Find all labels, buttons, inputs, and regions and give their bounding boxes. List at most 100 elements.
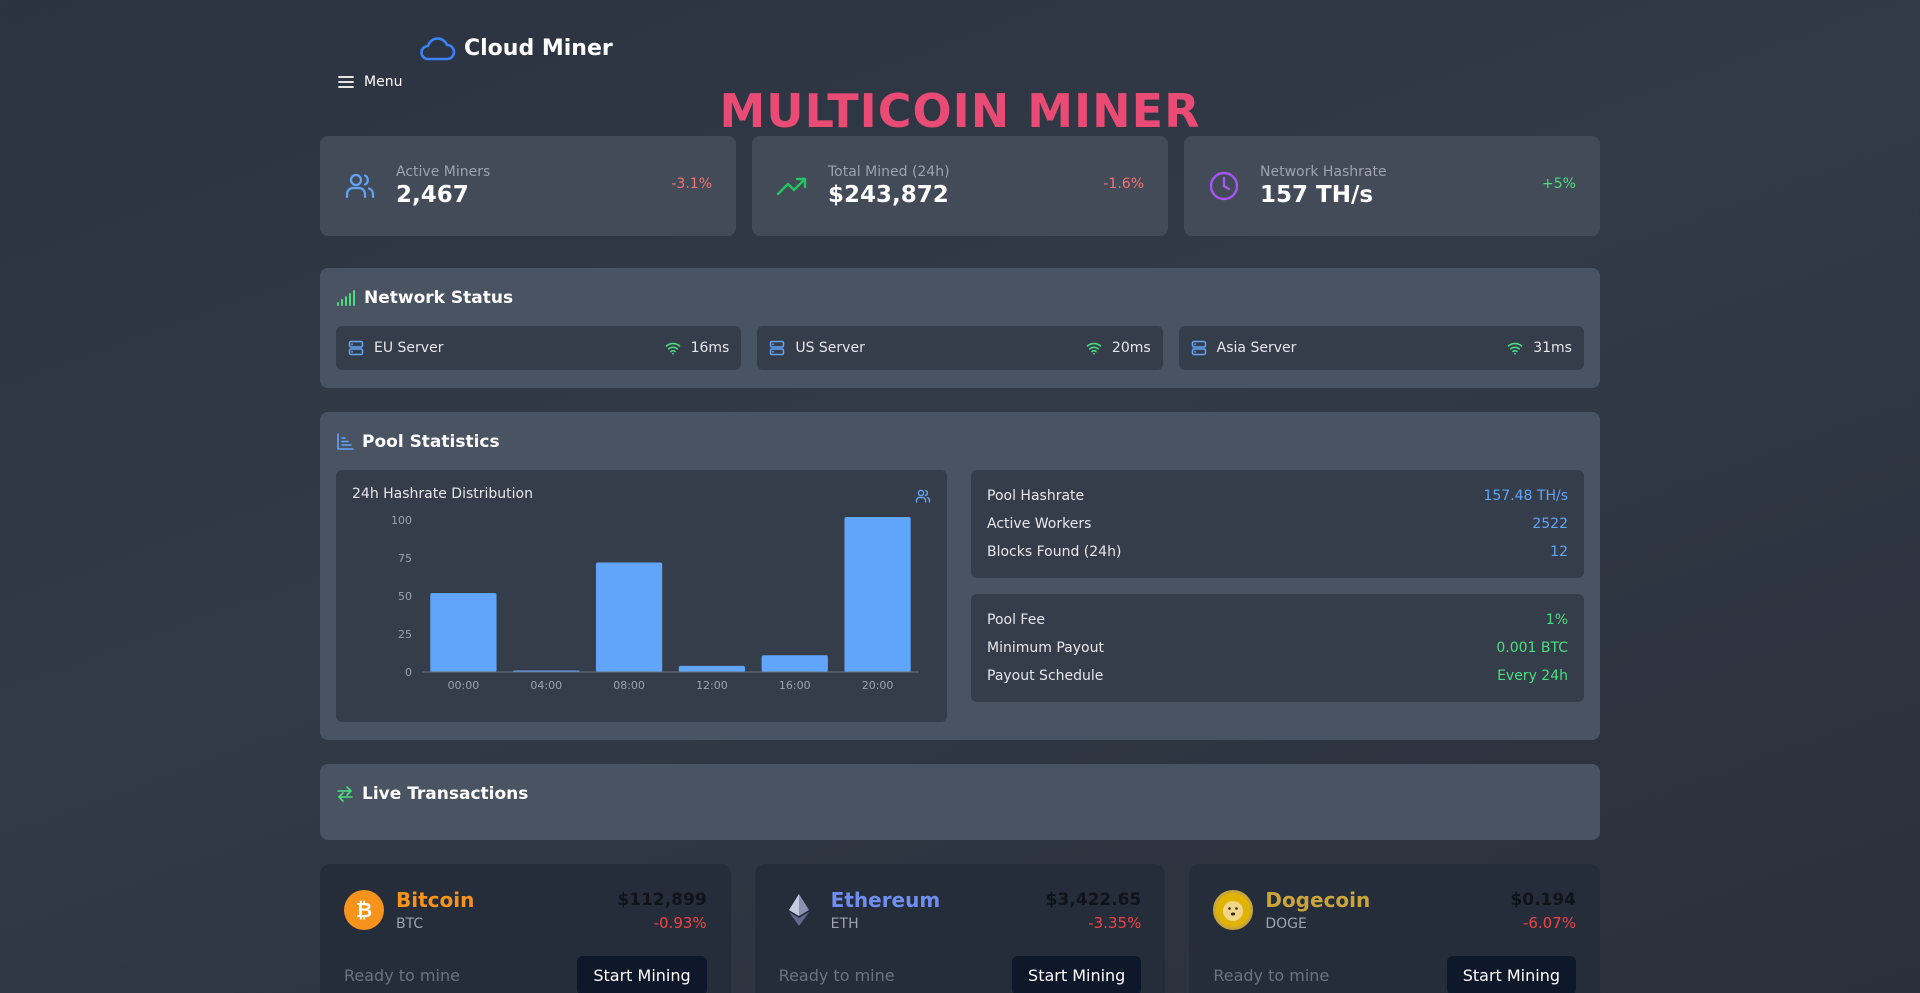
chart-bar <box>844 516 911 672</box>
coin-price: $0.194 <box>1510 890 1577 910</box>
coin-price: $112,899 <box>617 890 707 910</box>
server-ping: 16ms <box>665 340 730 356</box>
trending-up-icon <box>776 177 807 196</box>
y-tick-label: 50 <box>398 590 412 603</box>
chart-bar <box>761 655 828 672</box>
live-transactions-panel: Live Transactions <box>320 764 1600 840</box>
hero-title: MULTICOIN MINER <box>719 84 1201 138</box>
info-value: 1% <box>1545 612 1568 628</box>
coin-change: -3.35% <box>1088 914 1142 932</box>
stat-row: Active Miners 2,467 -3.1% Total Mined (2… <box>320 136 1600 236</box>
pool-info-column: Pool Hashrate 157.48 TH/s Active Workers… <box>971 470 1584 722</box>
coin-footer: Ready to mine Start Mining <box>344 956 707 993</box>
server-icon <box>348 340 364 356</box>
server-item-us[interactable]: US Server 20ms <box>757 326 1163 370</box>
server-ping-value: 20ms <box>1111 340 1151 356</box>
users-icon <box>345 173 375 199</box>
chart-title: 24h Hashrate Distribution <box>352 486 533 502</box>
info-label: Payout Schedule <box>987 668 1104 684</box>
server-icon <box>1191 340 1206 356</box>
server-name: EU Server <box>374 340 444 356</box>
info-row: Payout Schedule Every 24h <box>987 662 1568 690</box>
info-label: Active Workers <box>987 516 1092 532</box>
coin-footer: Ready to mine Start Mining <box>1213 956 1577 993</box>
info-value: 12 <box>1550 544 1568 560</box>
info-label: Minimum Payout <box>987 640 1104 656</box>
clock-icon <box>1209 171 1239 201</box>
server-icon <box>770 340 785 356</box>
panel-title: Network Status <box>336 288 1584 308</box>
users-icon[interactable] <box>915 488 931 504</box>
x-tick-label: 16:00 <box>779 679 811 692</box>
info-label: Pool Fee <box>987 612 1045 628</box>
stat-change: -1.6% <box>1103 176 1144 192</box>
wifi-icon <box>665 342 680 355</box>
info-row: Pool Fee 1% <box>987 606 1568 634</box>
server-ping: 20ms <box>1086 340 1151 356</box>
info-row: Minimum Payout 0.001 BTC <box>987 634 1568 662</box>
x-tick-label: 00:00 <box>448 679 480 692</box>
bar-chart-canvas: 0 25 50 75 100 00:00 04:00 08:00 12:00 16:00 20:00 <box>391 514 919 692</box>
network-status-title: Network Status <box>364 288 514 308</box>
coin-name: Bitcoin <box>396 888 475 912</box>
server-ping-value: 31ms <box>1533 340 1572 356</box>
pool-statistics-panel: Pool Statistics 24h Hashrate Distributio… <box>320 412 1600 740</box>
live-transactions-title: Live Transactions <box>362 784 529 804</box>
pool-statistics-title: Pool Statistics <box>362 432 500 452</box>
coin-card-bitcoin: ₿ Bitcoin BTC $112,899 -0.93% Ready to m… <box>320 864 731 993</box>
stat-card-active-miners: Active Miners 2,467 -3.1% <box>320 136 736 236</box>
mining-status: Ready to mine <box>344 966 460 985</box>
stat-value: 157 TH/s <box>1260 182 1374 208</box>
mining-status: Ready to mine <box>778 966 895 985</box>
coin-price-block: $112,899 -0.93% <box>617 890 706 932</box>
start-mining-button[interactable]: Start Mining <box>1446 956 1577 993</box>
x-tick-label: 04:00 <box>530 679 562 692</box>
brand[interactable]: Cloud Miner <box>418 34 613 62</box>
server-name: Asia Server <box>1216 340 1297 356</box>
y-tick-label: 75 <box>398 552 412 565</box>
start-mining-button[interactable]: Start Mining <box>577 956 707 993</box>
stat-card-total-mined: Total Mined (24h) $243,872 -1.6% <box>752 136 1168 236</box>
pool-stats-box: Pool Hashrate 157.48 TH/s Active Workers… <box>971 470 1584 578</box>
stat-value: $243,872 <box>828 182 949 208</box>
server-ping-value: 16ms <box>690 340 730 356</box>
coin-price-block: $3,422.65 -3.35% <box>1046 890 1142 932</box>
wifi-icon <box>1507 342 1523 355</box>
stat-label: Network Hashrate <box>1260 164 1387 180</box>
server-item-eu[interactable]: EU Server 16ms <box>336 326 742 370</box>
coin-change: -0.93% <box>653 914 707 932</box>
x-tick-label: 12:00 <box>696 679 728 692</box>
server-item-asia[interactable]: Asia Server 31ms <box>1178 326 1584 370</box>
coin-name: Dogecoin <box>1265 888 1371 912</box>
info-value: 157.48 TH/s <box>1483 488 1568 504</box>
panel-title: Pool Statistics <box>336 432 1584 452</box>
info-value: 0.001 BTC <box>1496 640 1568 656</box>
hashrate-chart: 24h Hashrate Distribution 0 25 50 75 100 00:0… <box>336 470 947 722</box>
panel-title: Live Transactions <box>336 784 1584 804</box>
pool-body: 24h Hashrate Distribution 0 25 50 75 100 00:0… <box>336 470 1584 722</box>
info-row: Active Workers 2522 <box>987 510 1568 538</box>
x-tick-label: 20:00 <box>862 679 894 692</box>
ethereum-logo-icon <box>779 890 819 930</box>
chart-bar <box>595 562 663 672</box>
x-tick-label: 08:00 <box>613 679 645 692</box>
coin-footer: Ready to mine Start Mining <box>779 956 1142 993</box>
info-value: Every 24h <box>1497 668 1568 684</box>
coin-symbol: BTC <box>396 916 424 932</box>
coin-price-block: $0.194 -6.07% <box>1510 890 1576 932</box>
server-list: EU Server 16ms US Server 20ms Asia Serve… <box>336 326 1584 370</box>
mining-status: Ready to mine <box>1213 966 1330 985</box>
bitcoin-logo-icon: ₿ <box>344 890 384 930</box>
info-value: 2522 <box>1532 516 1568 532</box>
network-status-panel: Network Status EU Server 16ms US Server … <box>320 268 1600 388</box>
y-tick-label: 0 <box>405 666 412 679</box>
pool-fees-box: Pool Fee 1% Minimum Payout 0.001 BTC Pay… <box>971 594 1584 702</box>
server-ping: 31ms <box>1507 340 1572 356</box>
y-tick-label: 100 <box>391 514 412 527</box>
info-row: Blocks Found (24h) 12 <box>987 538 1568 566</box>
brand-name: Cloud Miner <box>464 35 613 61</box>
signal-bars-icon <box>337 290 355 306</box>
wifi-icon <box>1086 342 1102 355</box>
coin-name: Ethereum <box>830 888 941 912</box>
start-mining-button[interactable]: Start Mining <box>1012 956 1142 993</box>
